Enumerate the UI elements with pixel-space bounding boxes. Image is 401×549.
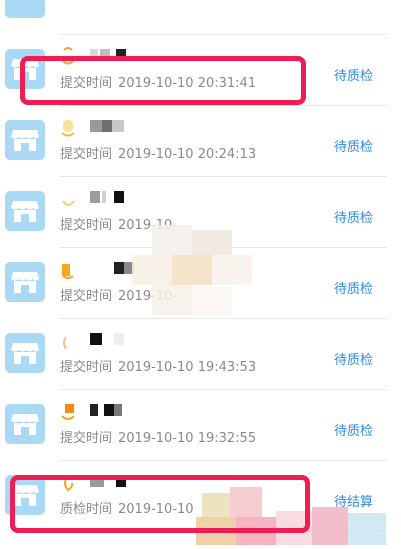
- user-avatar: [60, 260, 76, 280]
- store-icon: [5, 120, 45, 160]
- highlight-box: [10, 475, 310, 533]
- list-item-partial-top[interactable]: [0, 0, 401, 35]
- list-item[interactable]: 提交时间 2019-10-10 19:32:55 待质检: [0, 390, 401, 461]
- highlight-box: [20, 56, 306, 105]
- user-avatar: [60, 189, 76, 209]
- redacted-name: [90, 191, 150, 203]
- status-link[interactable]: 待质检: [334, 136, 373, 155]
- redacted-name: [90, 404, 150, 416]
- time-label: 提交时间: [60, 360, 113, 375]
- redacted-name: [90, 333, 150, 345]
- time-label: 提交时间: [60, 431, 113, 446]
- status-link[interactable]: 待质检: [334, 420, 373, 439]
- list-item[interactable]: 提交时间 2019-10-10 20:24:13 待质检: [0, 106, 401, 177]
- time-label: 提交时间: [60, 147, 113, 162]
- submit-time: 提交时间 2019-10-10 19:43:53: [60, 356, 256, 375]
- time-value: 2019-10-10 19:32:55: [118, 431, 257, 446]
- submit-time: 提交时间 2019-10-10 20:24:13: [60, 143, 256, 162]
- time-label: 提交时间: [60, 289, 113, 304]
- store-icon: [5, 191, 45, 231]
- time-value: 2019-10-10 20:24:13: [118, 147, 257, 162]
- order-list-screen: 提交时间 2019-10-10 20:31:41 待质检 提交时间 2019-10-…: [0, 0, 401, 549]
- user-avatar: [60, 118, 76, 138]
- user-avatar: [60, 402, 76, 422]
- time-value: 2019-10-10 19:43:53: [118, 360, 257, 375]
- time-label: 提交时间: [60, 218, 113, 233]
- status-link[interactable]: 待质检: [334, 278, 373, 297]
- store-icon: [5, 333, 45, 373]
- user-avatar: [60, 331, 76, 351]
- store-icon: [5, 262, 45, 302]
- store-icon: [5, 0, 45, 18]
- pixelation-patch: [132, 225, 252, 317]
- status-link[interactable]: 待质检: [334, 65, 373, 84]
- store-icon: [5, 404, 45, 444]
- status-link[interactable]: 待质检: [334, 207, 373, 226]
- submit-time: 提交时间 2019-10-10 19:32:55: [60, 427, 256, 446]
- status-link[interactable]: 待质检: [334, 349, 373, 368]
- redacted-name: [90, 120, 150, 132]
- list-item[interactable]: 提交时间 2019-10-10 19:43:53 待质检: [0, 319, 401, 390]
